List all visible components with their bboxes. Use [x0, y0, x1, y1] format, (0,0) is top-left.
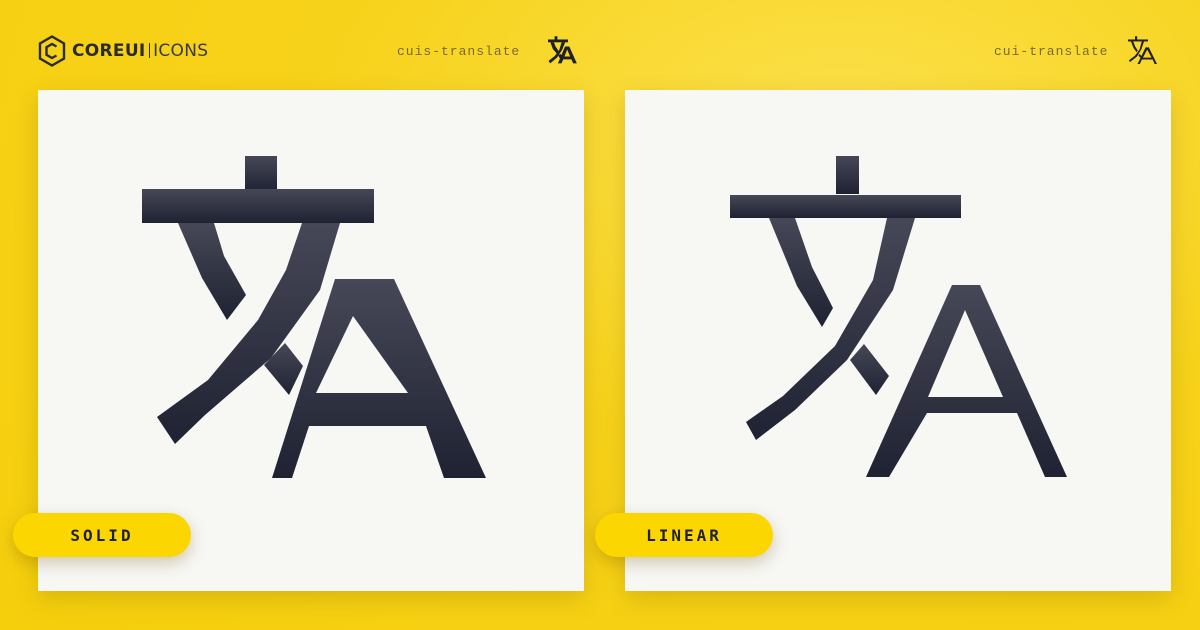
- brand-logo[interactable]: COREUI ICONS: [38, 34, 208, 68]
- brand-light: ICONS: [153, 41, 209, 61]
- translate-small-linear-icon: [1128, 36, 1157, 64]
- hexagon-c-icon: [38, 35, 66, 67]
- brand-divider: [148, 43, 151, 58]
- translate-small-solid-icon: [548, 36, 577, 64]
- linear-icon-name: cui-translate: [994, 44, 1109, 59]
- solid-variant-badge[interactable]: SOLID: [13, 513, 191, 557]
- brand-bold: COREUI: [72, 41, 146, 61]
- solid-icon-name: cuis-translate: [397, 44, 521, 59]
- brand-wordmark: COREUI ICONS: [72, 41, 208, 61]
- linear-variant-badge[interactable]: LINEAR: [595, 513, 773, 557]
